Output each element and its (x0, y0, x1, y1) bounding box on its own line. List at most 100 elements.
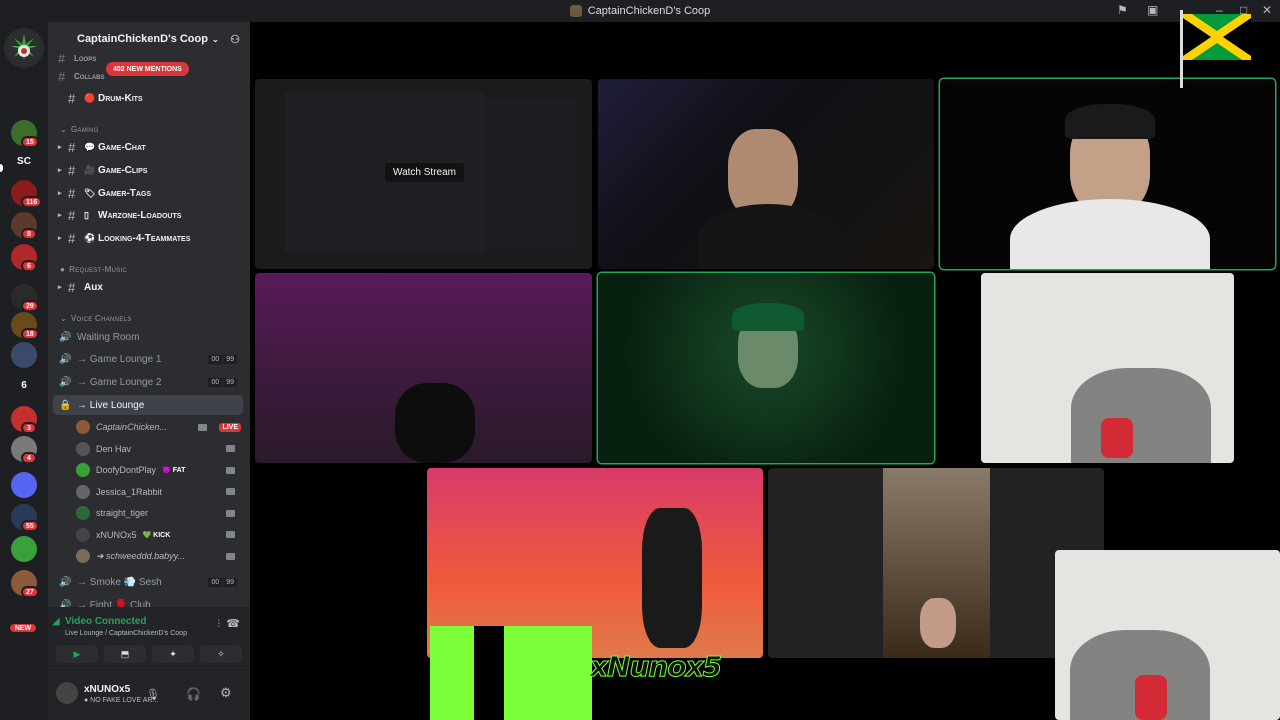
channel-collabs[interactable]: # Collabs (58, 66, 104, 86)
voice-user[interactable]: straight_tiger (76, 503, 241, 523)
voice-user[interactable]: xNUNOx5 💚 KICK (76, 525, 241, 545)
server-icon[interactable] (11, 342, 37, 368)
server-icon (569, 5, 582, 17)
chevron-down-icon: ⌄ (211, 34, 219, 44)
voice-user-name: Jessica_1Rabbit (96, 486, 163, 497)
chevron-down-icon: ⌄ (60, 313, 68, 323)
mention-badge: 116 (21, 196, 43, 208)
noise-suppression-icon[interactable]: ⫶ (218, 619, 221, 630)
speaker-icon: 🔊 (59, 331, 72, 343)
mention-badge: 6 (21, 260, 37, 272)
home-icon[interactable] (4, 28, 44, 68)
microphone-icon[interactable]: 🎙 (146, 688, 160, 701)
channel-label: Warzone-Loadouts (98, 209, 182, 221)
screenshare-button[interactable]: ⬒ (104, 645, 146, 663)
camera-icon (198, 423, 207, 431)
channel-gamer-tags[interactable]: ▸ # 🏷 Gamer-Tags (58, 183, 151, 203)
voice-user[interactable]: Den Hav (76, 439, 241, 459)
window-title: CaptainChickenD's Coop (587, 5, 711, 17)
chevron-right-icon: ▸ (58, 190, 62, 197)
avatar[interactable] (56, 682, 78, 704)
voice-user[interactable]: Jessica_1Rabbit (76, 482, 241, 502)
server-icon[interactable] (11, 536, 37, 562)
video-tile-3[interactable] (940, 79, 1275, 269)
channel-aux[interactable]: ▸ # Aux (58, 277, 103, 297)
streamer-logo (430, 626, 592, 720)
headphones-icon[interactable]: 🎧 (186, 687, 201, 701)
hash-icon: # (68, 139, 76, 155)
server-icon[interactable] (11, 472, 37, 498)
chevron-right-icon: ▸ (58, 284, 62, 291)
settings-gear-icon[interactable]: ⚙ (220, 685, 232, 701)
hash-icon: # (68, 90, 76, 106)
avatar[interactable] (76, 484, 90, 499)
channel-loops[interactable]: # Loops (58, 48, 96, 68)
avatar[interactable] (76, 420, 90, 434)
avatar[interactable] (76, 527, 90, 542)
mention-badge: 3 (21, 422, 37, 434)
voice-user[interactable]: ➜ schweeddd.babyy... (76, 546, 241, 566)
rtc-channel[interactable]: Live Lounge / CaptainChickenD's Coop (65, 630, 187, 637)
voice-channel-label: → Game Lounge 2 (77, 376, 162, 388)
new-badge[interactable]: NEW (8, 622, 38, 634)
camera-icon (226, 552, 235, 560)
mention-badge: 29 (21, 300, 39, 312)
mention-badge: 15 (21, 136, 39, 148)
stream-tile[interactable]: Watch Stream (255, 79, 592, 269)
voice-user-name: CaptainChicken... (96, 422, 168, 432)
video-tile-5[interactable] (598, 273, 934, 463)
close-button[interactable]: ✕ (1262, 3, 1272, 17)
disconnect-icon[interactable]: ☎ (226, 617, 240, 630)
category-gaming[interactable]: ⌄ Gaming (60, 122, 99, 136)
video-tile-6[interactable] (981, 273, 1234, 463)
video-tile-8[interactable] (768, 468, 1104, 658)
avatar[interactable] (76, 549, 90, 563)
channel-game-clips[interactable]: ▸ # 🎥 Game-Clips (58, 160, 147, 180)
category-voice-channels[interactable]: ⌄ Voice Channels (60, 311, 132, 325)
avatar[interactable] (76, 463, 90, 477)
channel-sidebar: CaptainChickenD's Coop ⌄ ⚇ # Loops # Colla… (48, 22, 250, 720)
self-view-tile[interactable] (1055, 550, 1280, 720)
channel-warzone-loadouts[interactable]: ▸ # ▯ Warzone-Loadouts (58, 205, 181, 225)
voice-channel[interactable]: 🔊 Waiting Room (53, 327, 243, 347)
channel-label: Drum-Kits (98, 92, 143, 104)
rtc-status[interactable]: Video Connected (65, 616, 147, 627)
voice-channel-live-lounge[interactable]: 🔒 → Live Lounge (53, 395, 243, 415)
voice-channel[interactable]: 🔊 → Game Lounge 1 00 99 (53, 349, 243, 369)
channel-looking-4-teammates[interactable]: ▸ # ⚽ Looking-4-Teammates (58, 228, 190, 248)
new-mentions-pill[interactable]: 402 NEW MENTIONS (106, 62, 189, 76)
help-icon[interactable]: ▣ (1147, 3, 1158, 17)
user-limit-part: 99 (223, 354, 237, 364)
username[interactable]: xNUNOx5 (84, 684, 130, 695)
user-limit-part: 99 (223, 377, 237, 387)
channel-game-chat[interactable]: ▸ # 💬 Game-Chat (58, 137, 146, 157)
server-icon[interactable]: 6 (11, 372, 37, 398)
window-titlebar: CaptainChickenD's Coop ⚑ ▣ – □ ✕ (0, 0, 1280, 22)
hash-icon: # (68, 162, 76, 178)
avatar[interactable] (76, 506, 90, 520)
camera-button[interactable]: ▶ (56, 645, 98, 663)
soundboard-button[interactable]: ✧ (200, 645, 242, 663)
channel-drum-kits[interactable]: # 🔴 Drum-Kits (58, 88, 143, 108)
video-tile-4[interactable] (255, 273, 592, 463)
activities-button[interactable]: ✦ (152, 645, 194, 663)
disc-icon: ● (60, 264, 66, 274)
avatar[interactable] (76, 441, 90, 456)
add-member-icon[interactable]: ⚇ (230, 33, 240, 46)
streamer-logo-text: xNunox5 (589, 650, 722, 684)
signal-icon: ◢ (52, 616, 60, 627)
channel-label: Gamer-Tags (98, 187, 151, 199)
voice-channel[interactable]: 🔊 → Game Lounge 2 00 99 (53, 372, 243, 392)
inbox-icon[interactable]: ⚑ (1117, 3, 1128, 17)
server-icon[interactable]: SC (11, 148, 37, 174)
voice-user[interactable]: DoofyDontPlay 😈 FAT (76, 460, 241, 480)
voice-user[interactable]: CaptainChicken... LIVE (76, 417, 241, 437)
category-request-music[interactable]: ● Request-Music (60, 262, 127, 276)
voice-channel[interactable]: 🔊 → Smoke 💨 Sesh 00 99 (53, 572, 243, 592)
voice-user-name: DoofyDontPlay (96, 465, 157, 475)
server-name: CaptainChickenD's Coop (77, 33, 208, 45)
channel-emoji-icon: ⚽ (84, 232, 96, 243)
video-tile-2[interactable] (598, 79, 934, 269)
watch-stream-button[interactable]: Watch Stream (385, 163, 464, 182)
user-limit: 00 99 (207, 377, 237, 387)
